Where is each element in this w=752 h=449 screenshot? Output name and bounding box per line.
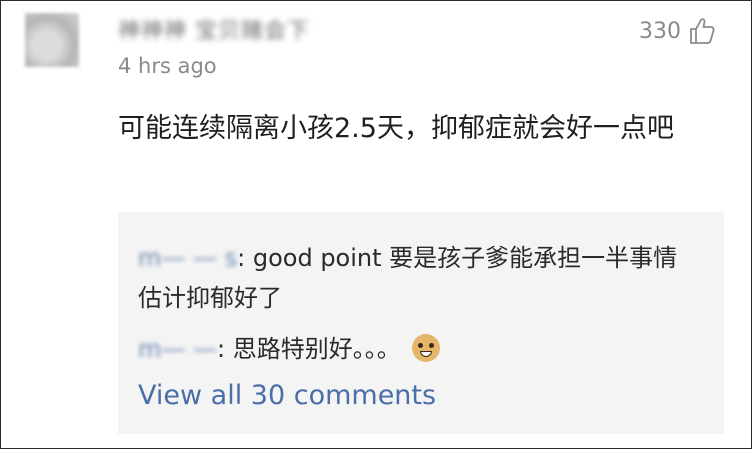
comment-timestamp: 4 hrs ago xyxy=(118,54,217,78)
replies-panel: m— — s: good point 要是孩子爹能承担一半事情 估计抑郁好了 m… xyxy=(118,212,724,434)
reply-item: m— — s: good point 要是孩子爹能承担一半事情 估计抑郁好了 xyxy=(138,238,708,318)
thumbs-up-icon[interactable] xyxy=(689,17,715,45)
like-count: 330 xyxy=(639,18,681,44)
reply-separator: : xyxy=(237,244,253,272)
reply-username[interactable]: m— — s xyxy=(138,238,237,278)
doge-emoji-icon xyxy=(412,334,441,362)
reply-item: m— —: 思路特别好。。。 xyxy=(138,329,708,369)
reply-text: 思路特别好。。。 xyxy=(232,335,401,363)
reply-separator: : xyxy=(217,335,233,363)
comment-username[interactable]: 神神神 宝贝赌会下 xyxy=(118,13,328,45)
avatar[interactable] xyxy=(25,13,79,67)
like-button[interactable]: 330 xyxy=(639,17,715,45)
comment-card: 神神神 宝贝赌会下 4 hrs ago 330 可能连续隔离小孩2.5天，抑郁症… xyxy=(0,0,752,449)
username-text: 神神神 宝贝赌会下 xyxy=(118,19,310,44)
comment-body: 可能连续隔离小孩2.5天，抑郁症就会好一点吧 xyxy=(118,113,674,144)
reply-username[interactable]: m— — xyxy=(138,329,217,369)
view-all-comments-link[interactable]: View all 30 comments xyxy=(138,380,436,411)
